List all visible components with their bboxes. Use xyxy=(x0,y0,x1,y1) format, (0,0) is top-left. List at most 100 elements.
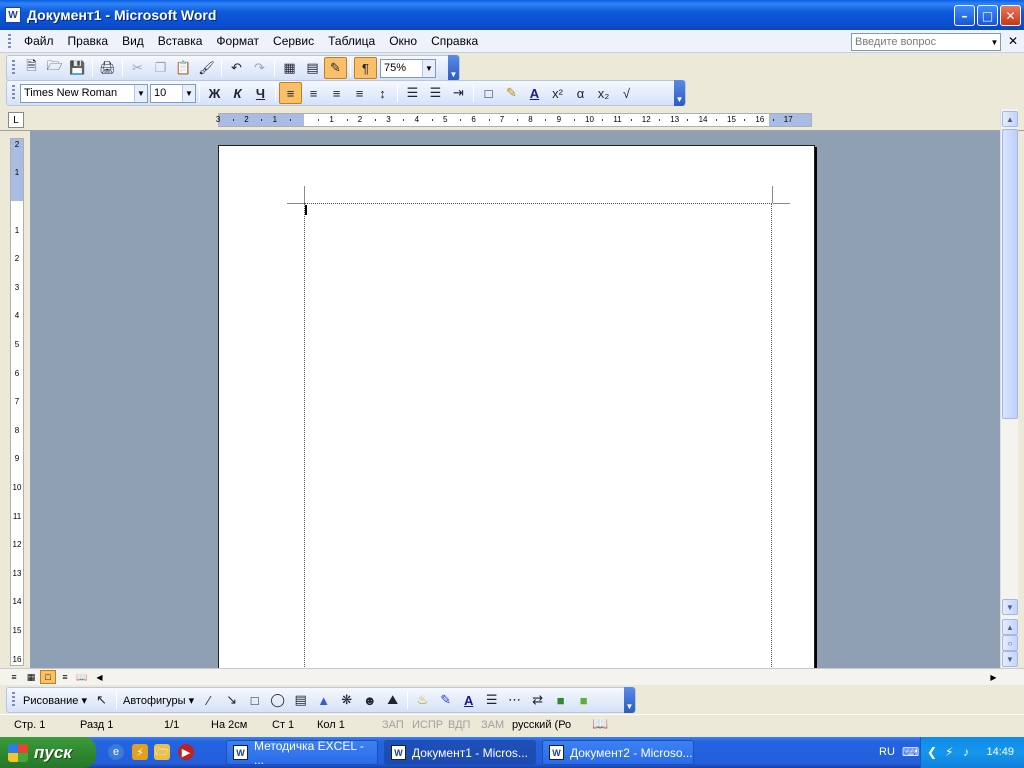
browse-object-icon[interactable]: ○ xyxy=(1002,635,1018,651)
normal-view-icon[interactable]: ≡ xyxy=(6,670,22,684)
print-icon[interactable]: 🖨 xyxy=(96,57,119,79)
clock[interactable]: 14:49 xyxy=(986,746,1014,758)
status-track-changes[interactable]: ИСПР xyxy=(412,719,443,731)
shadow-style-icon[interactable]: ■ xyxy=(549,689,572,711)
menu-help[interactable]: Справка xyxy=(424,31,485,51)
taskbar-item-excel-guide[interactable]: W Методичка EXCEL - ... xyxy=(226,739,378,767)
menu-insert[interactable]: Вставка xyxy=(151,31,210,51)
chevron-down-icon[interactable]: ▼ xyxy=(182,84,195,102)
menu-window[interactable]: Окно xyxy=(382,31,424,51)
show-formatting-icon[interactable]: ¶ xyxy=(354,57,377,79)
tray-volume-icon[interactable]: ♪ xyxy=(963,745,969,759)
word-app-icon[interactable]: W xyxy=(5,7,21,23)
status-overtype[interactable]: ЗАМ xyxy=(481,719,504,731)
redo-icon[interactable]: ↷ xyxy=(248,57,271,79)
italic-icon[interactable]: К xyxy=(226,82,249,104)
chevron-down-icon[interactable]: ▼ xyxy=(134,84,147,102)
ask-question-input[interactable]: Введите вопрос xyxy=(851,33,1001,51)
tray-network-icon[interactable]: ⚡ xyxy=(945,745,953,759)
media-player-icon[interactable]: ▶ xyxy=(178,744,194,760)
previous-page-icon[interactable]: ▲ xyxy=(1002,619,1018,635)
align-center-icon[interactable]: ≡ xyxy=(302,82,325,104)
toolbar-options-icon[interactable]: ▼ xyxy=(674,80,685,106)
undo-icon[interactable]: ↶ xyxy=(225,57,248,79)
vertical-scrollbar[interactable]: ▲ ▼ ▲ ○ ▼ xyxy=(1000,109,1018,668)
start-button[interactable]: пуск xyxy=(0,737,96,768)
draw-menu-button[interactable]: Рисование ▾ xyxy=(20,694,90,707)
horizontal-ruler[interactable]: 3 2 1 1 2 3 4 5 6 7 8 9 10 11 12 13 14 15 16 17 xyxy=(216,113,812,127)
status-language[interactable]: русский (Ро xyxy=(512,719,571,731)
text-box-icon[interactable]: ▤ xyxy=(289,689,312,711)
zoom-select[interactable]: 75% ▼ xyxy=(380,58,436,78)
dash-style-icon[interactable]: ⋯ xyxy=(503,689,526,711)
font-name-select[interactable]: Times New Roman ▼ xyxy=(20,83,148,103)
copy-icon[interactable]: ❐ xyxy=(149,57,172,79)
bullets-icon[interactable]: ☰ xyxy=(424,82,447,104)
paste-icon[interactable]: 📋 xyxy=(172,57,195,79)
menu-table[interactable]: Таблица xyxy=(321,31,382,51)
chevron-down-icon[interactable]: ▼ xyxy=(422,59,435,77)
align-left-icon[interactable]: ≡ xyxy=(279,82,302,104)
select-objects-icon[interactable]: ↖ xyxy=(90,689,113,711)
numbering-icon[interactable]: ☰ xyxy=(401,82,424,104)
keyboard-icon[interactable]: ⌨ xyxy=(902,745,919,759)
scroll-thumb[interactable] xyxy=(1002,129,1018,419)
indent-icon[interactable]: ⇥ xyxy=(447,82,470,104)
menu-edit[interactable]: Правка xyxy=(61,31,116,51)
diagram-icon[interactable]: ❋ xyxy=(335,689,358,711)
font-color-icon[interactable]: A xyxy=(523,82,546,104)
ask-question-dropdown[interactable]: ▼ xyxy=(988,33,1001,51)
fill-color-icon[interactable]: ♨ xyxy=(411,689,434,711)
line-spacing-icon[interactable]: ↕ xyxy=(371,82,394,104)
input-language[interactable]: RU xyxy=(879,746,895,758)
3d-style-icon[interactable]: ■ xyxy=(572,689,595,711)
tab-stop-selector[interactable]: L xyxy=(8,112,24,128)
wordart-icon[interactable]: ▲ xyxy=(312,689,335,711)
bold-icon[interactable]: Ж xyxy=(203,82,226,104)
status-record-macro[interactable]: ЗАП xyxy=(382,719,404,731)
superscript-icon[interactable]: x² xyxy=(546,82,569,104)
web-view-icon[interactable]: ▦ xyxy=(23,670,39,684)
highlight-icon[interactable]: ✎ xyxy=(500,82,523,104)
horizontal-scrollbar[interactable]: ≡ ▦ □ ≡ 📖 ◀ ▶ xyxy=(0,668,1024,685)
columns-icon[interactable]: ▤ xyxy=(301,57,324,79)
toolbar-grip[interactable] xyxy=(12,60,15,76)
menu-file[interactable]: Файл xyxy=(17,31,61,51)
font-color-icon[interactable]: A xyxy=(457,689,480,711)
minimize-button[interactable]: – xyxy=(954,5,975,26)
justify-icon[interactable]: ≡ xyxy=(348,82,371,104)
toolbar-grip[interactable] xyxy=(12,85,15,101)
new-document-icon[interactable]: 🗎 xyxy=(20,57,43,79)
document-close-icon[interactable]: ✕ xyxy=(1008,34,1018,48)
menu-grip[interactable] xyxy=(8,33,11,49)
document-page[interactable] xyxy=(218,145,815,668)
vertical-ruler[interactable]: 2 1 1 2 3 4 5 6 7 8 9 10 11 12 13 14 15 16 xyxy=(10,138,24,666)
save-icon[interactable]: 💾 xyxy=(66,57,89,79)
oval-icon[interactable]: ◯ xyxy=(266,689,289,711)
internet-explorer-icon[interactable]: e xyxy=(108,744,124,760)
subscript-icon[interactable]: x₂ xyxy=(592,82,615,104)
print-layout-icon[interactable]: □ xyxy=(40,670,56,684)
insert-picture-icon[interactable]: ⛰ xyxy=(381,689,404,711)
menu-format[interactable]: Формат xyxy=(209,31,266,51)
autoshapes-menu-button[interactable]: Автофигуры ▾ xyxy=(120,694,197,707)
menu-tools[interactable]: Сервис xyxy=(266,31,321,51)
equation-icon[interactable]: √ xyxy=(615,82,638,104)
spelling-status-icon[interactable]: 📖 xyxy=(592,716,608,732)
format-painter-icon[interactable]: 🖌 xyxy=(195,57,218,79)
drawing-toggle-icon[interactable]: ✎ xyxy=(324,57,347,79)
quicklaunch-app-icon[interactable]: ⚡ xyxy=(132,744,148,760)
reading-view-icon[interactable]: 📖 xyxy=(74,670,90,684)
taskbar-item-document1[interactable]: W Документ1 - Micros... xyxy=(384,740,536,765)
change-case-icon[interactable]: α xyxy=(569,82,592,104)
toolbar-grip[interactable] xyxy=(12,692,15,708)
clipart-icon[interactable]: ☻ xyxy=(358,689,381,711)
line-color-icon[interactable]: ✎ xyxy=(434,689,457,711)
status-extend[interactable]: ВДП xyxy=(448,719,470,731)
close-button[interactable]: ✕ xyxy=(1000,5,1021,26)
underline-icon[interactable]: Ч xyxy=(249,82,272,104)
line-icon[interactable]: ∕ xyxy=(197,689,220,711)
tray-expand-icon[interactable]: ❮ xyxy=(927,745,937,759)
taskbar-item-document2[interactable]: W Документ2 - Microso... xyxy=(542,740,694,765)
arrow-style-icon[interactable]: ⇄ xyxy=(526,689,549,711)
